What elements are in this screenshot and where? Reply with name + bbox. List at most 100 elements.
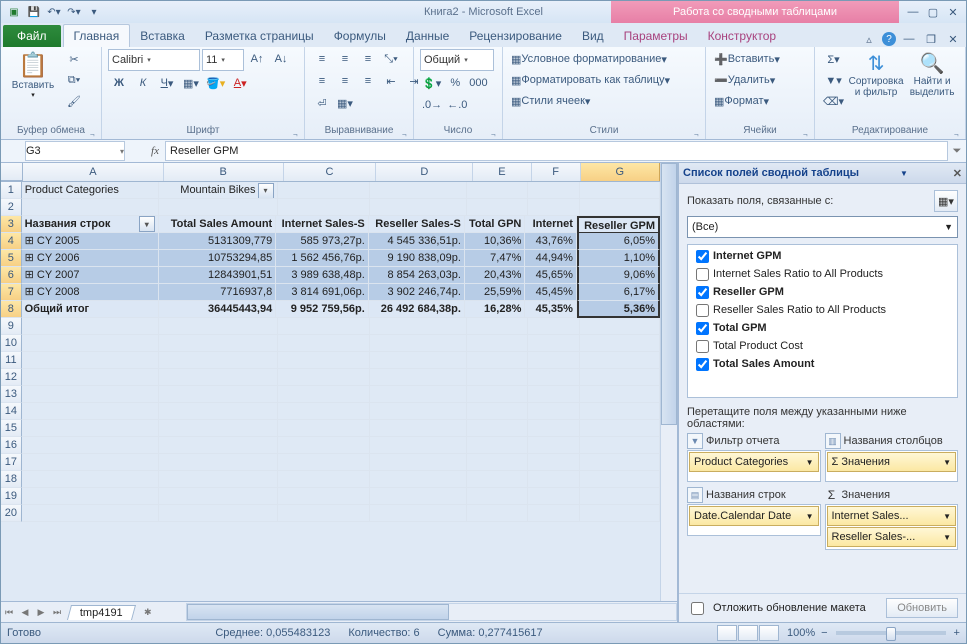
cell-B12[interactable] — [159, 369, 277, 386]
align-middle-icon[interactable]: ≡ — [334, 49, 356, 69]
row-header-20[interactable]: 20 — [1, 505, 22, 522]
field-list[interactable]: Internet GPMInternet Sales Ratio to All … — [687, 244, 958, 398]
cell-F18[interactable] — [528, 471, 580, 488]
row-header-9[interactable]: 9 — [1, 318, 22, 335]
save-icon[interactable]: 💾 — [25, 3, 43, 21]
cell-C10[interactable] — [278, 335, 371, 352]
normal-view-icon[interactable] — [717, 625, 737, 641]
qat-more-icon[interactable]: ▾ — [85, 3, 103, 21]
format-cells-button[interactable]: ▦ Формат ▾ — [712, 91, 804, 111]
cell-A3[interactable]: Названия строк▾ — [22, 216, 159, 233]
cell-F3[interactable]: Internet — [525, 216, 577, 233]
review-tab[interactable]: Рецензирование — [459, 25, 572, 47]
doc-minimize-icon[interactable]: — — [900, 31, 918, 47]
cell-G2[interactable] — [580, 199, 660, 216]
cell-E6[interactable]: 20,43% — [465, 267, 525, 284]
col-header-E[interactable]: E — [473, 163, 531, 181]
cell-B1[interactable]: Mountain Bikes▾ — [159, 182, 277, 199]
field-list-item[interactable]: Reseller GPM — [690, 283, 955, 301]
cell-E19[interactable] — [467, 488, 528, 505]
design-tab[interactable]: Конструктор — [698, 25, 786, 47]
bold-icon[interactable]: Ж — [108, 73, 130, 93]
cell-A20[interactable] — [22, 505, 160, 522]
data-tab[interactable]: Данные — [396, 25, 459, 47]
col-header-A[interactable]: A — [23, 163, 164, 181]
cell-C6[interactable]: 3 989 638,48р. — [276, 267, 369, 284]
cell-styles-button[interactable]: ▦ Стили ячеек ▾ — [509, 91, 693, 111]
col-header-G[interactable]: G — [581, 163, 660, 181]
row-header-16[interactable]: 16 — [1, 437, 22, 454]
cell-E3[interactable]: Total GPN — [465, 216, 525, 233]
cell-F1[interactable] — [528, 182, 580, 199]
field-list-item[interactable]: Total Product Cost — [690, 337, 955, 355]
orientation-icon[interactable]: ⤡▾ — [380, 49, 402, 69]
copy-icon[interactable]: ⧉▾ — [63, 70, 85, 90]
cell-F16[interactable] — [528, 437, 580, 454]
italic-icon[interactable]: К — [132, 73, 154, 93]
cell-D2[interactable] — [370, 199, 467, 216]
cell-C17[interactable] — [278, 454, 371, 471]
comma-icon[interactable]: 000 — [467, 73, 489, 93]
cell-A7[interactable]: ⊞ CY 2008 — [22, 284, 159, 301]
cell-D1[interactable] — [370, 182, 467, 199]
cell-E12[interactable] — [467, 369, 528, 386]
cond-format-button[interactable]: ▦ Условное форматирование ▾ — [509, 49, 693, 69]
cell-C1[interactable] — [278, 182, 371, 199]
field-checkbox[interactable] — [696, 304, 709, 317]
row-header-6[interactable]: 6 — [1, 267, 22, 284]
cell-F10[interactable] — [528, 335, 580, 352]
file-tab[interactable]: Файл — [3, 25, 61, 47]
zoom-slider[interactable] — [836, 631, 946, 635]
formula-input[interactable]: Reseller GPM — [165, 141, 948, 161]
layout-tab[interactable]: Разметка страницы — [195, 25, 324, 47]
col-header-C[interactable]: C — [284, 163, 377, 181]
dec-decimal-icon[interactable]: ←.0 — [445, 95, 469, 115]
cell-F7[interactable]: 45,45% — [525, 284, 577, 301]
inc-decimal-icon[interactable]: .0→ — [420, 95, 444, 115]
cell-C13[interactable] — [278, 386, 371, 403]
cell-D13[interactable] — [370, 386, 467, 403]
cell-F5[interactable]: 44,94% — [525, 250, 577, 267]
cell-D5[interactable]: 9 190 838,09р. — [369, 250, 465, 267]
page-layout-view-icon[interactable] — [738, 625, 758, 641]
cell-E4[interactable]: 10,36% — [465, 233, 525, 250]
values-zone[interactable]: Internet Sales...▼ Reseller Sales-...▼ — [825, 504, 959, 550]
row-header-13[interactable]: 13 — [1, 386, 22, 403]
currency-icon[interactable]: 💲▾ — [420, 73, 443, 93]
cell-A19[interactable] — [22, 488, 160, 505]
cell-F12[interactable] — [528, 369, 580, 386]
cell-G17[interactable] — [580, 454, 660, 471]
cell-B18[interactable] — [159, 471, 277, 488]
cell-G13[interactable] — [580, 386, 660, 403]
cell-B5[interactable]: 10753294,85 — [159, 250, 277, 267]
maximize-icon[interactable]: ▢ — [924, 4, 942, 20]
last-sheet-icon[interactable]: ⏭ — [49, 607, 65, 618]
next-sheet-icon[interactable]: ▶ — [33, 607, 49, 618]
cell-B4[interactable]: 5131309,779 — [159, 233, 277, 250]
cell-F20[interactable] — [528, 505, 580, 522]
cell-B13[interactable] — [159, 386, 277, 403]
col-header-F[interactable]: F — [532, 163, 581, 181]
autosum-icon[interactable]: Σ▾ — [821, 49, 846, 69]
undo-icon[interactable]: ↶▾ — [45, 3, 63, 21]
view-tab[interactable]: Вид — [572, 25, 614, 47]
cell-G9[interactable] — [580, 318, 660, 335]
cell-E2[interactable] — [467, 199, 528, 216]
cell-B2[interactable] — [159, 199, 277, 216]
cell-D15[interactable] — [370, 420, 467, 437]
rows-field[interactable]: Date.Calendar Date▼ — [689, 506, 819, 526]
cell-C4[interactable]: 585 973,27р. — [276, 233, 369, 250]
field-list-item[interactable]: Reseller Sales Ratio to All Products — [690, 301, 955, 319]
cell-F17[interactable] — [528, 454, 580, 471]
cell-A5[interactable]: ⊞ CY 2006 — [22, 250, 159, 267]
cell-F15[interactable] — [528, 420, 580, 437]
row-header-2[interactable]: 2 — [1, 199, 22, 216]
row-header-5[interactable]: 5 — [1, 250, 22, 267]
cell-C2[interactable] — [278, 199, 371, 216]
row-header-7[interactable]: 7 — [1, 284, 22, 301]
columns-zone[interactable]: Σ Значения▼ — [825, 450, 959, 482]
cell-B3[interactable]: Total Sales Amount — [159, 216, 277, 233]
underline-icon[interactable]: Ч▾ — [156, 73, 178, 93]
cell-G6[interactable]: 9,06% — [577, 267, 660, 284]
redo-icon[interactable]: ↷▾ — [65, 3, 83, 21]
